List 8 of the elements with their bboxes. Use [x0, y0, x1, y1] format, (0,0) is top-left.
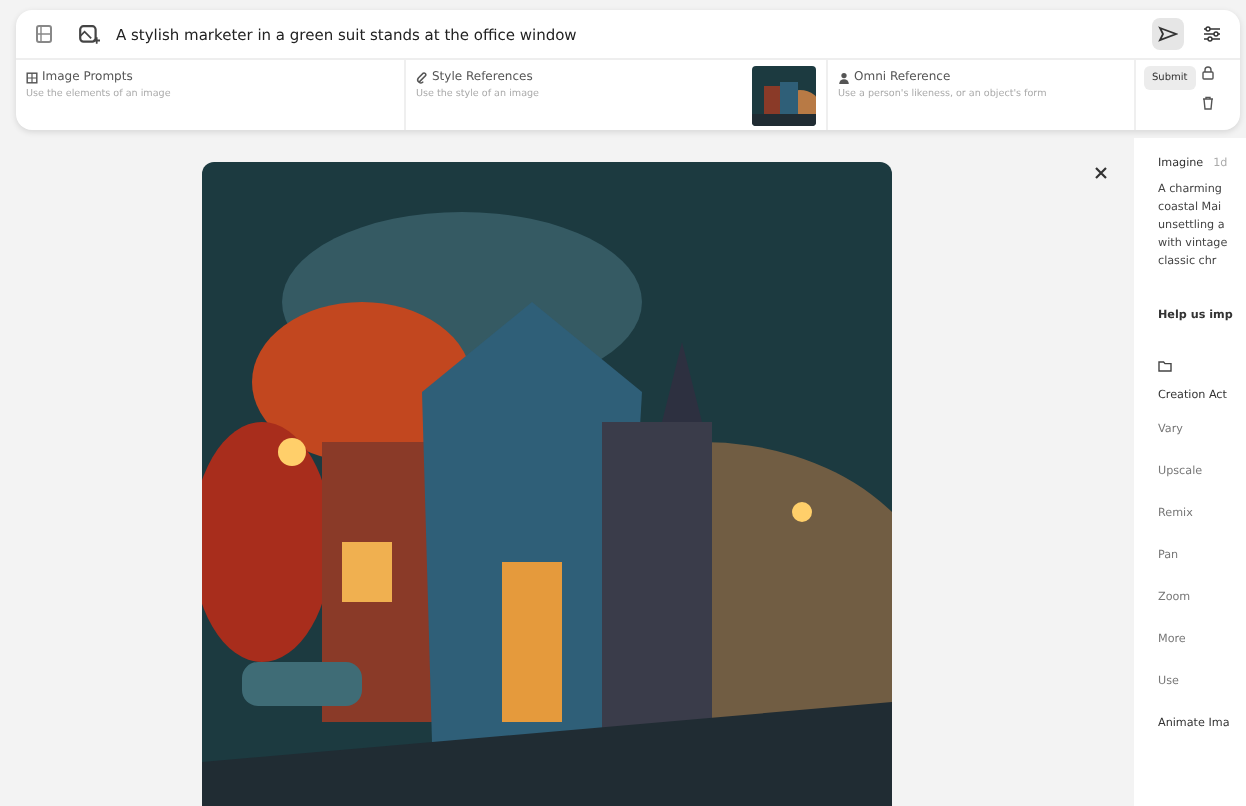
folder-icon[interactable] [1158, 360, 1172, 372]
trash-icon[interactable] [1201, 96, 1214, 110]
send-icon[interactable] [1152, 18, 1184, 50]
person-icon [838, 71, 850, 83]
lock-icon[interactable] [1201, 66, 1214, 80]
paperclip-icon [416, 71, 428, 83]
grid-image-icon [26, 71, 38, 83]
close-icon[interactable] [1094, 164, 1108, 184]
